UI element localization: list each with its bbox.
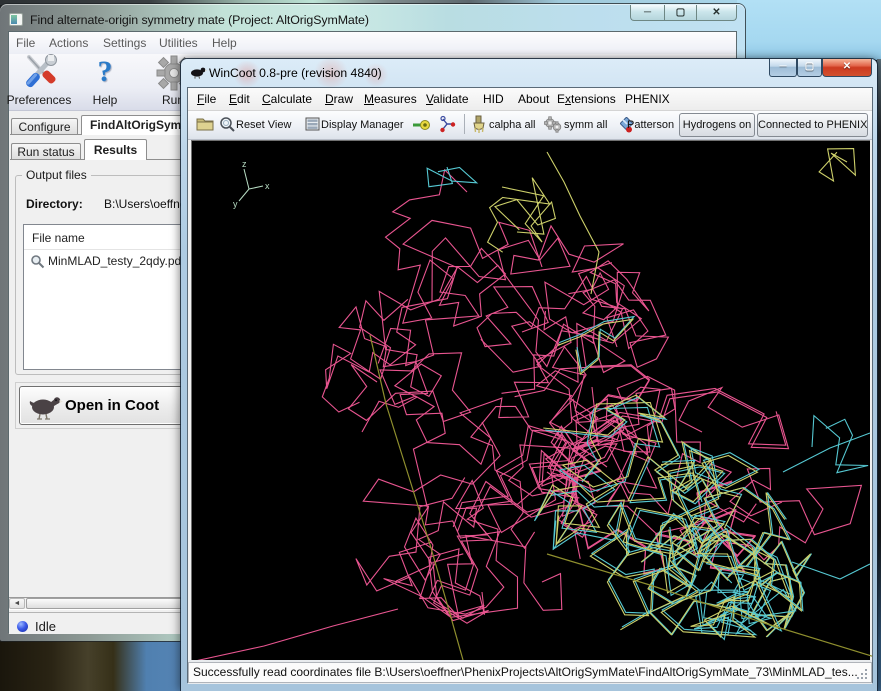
svg-text:y: y (233, 199, 238, 209)
svg-text:x: x (265, 181, 270, 191)
svg-text:z: z (242, 159, 247, 169)
